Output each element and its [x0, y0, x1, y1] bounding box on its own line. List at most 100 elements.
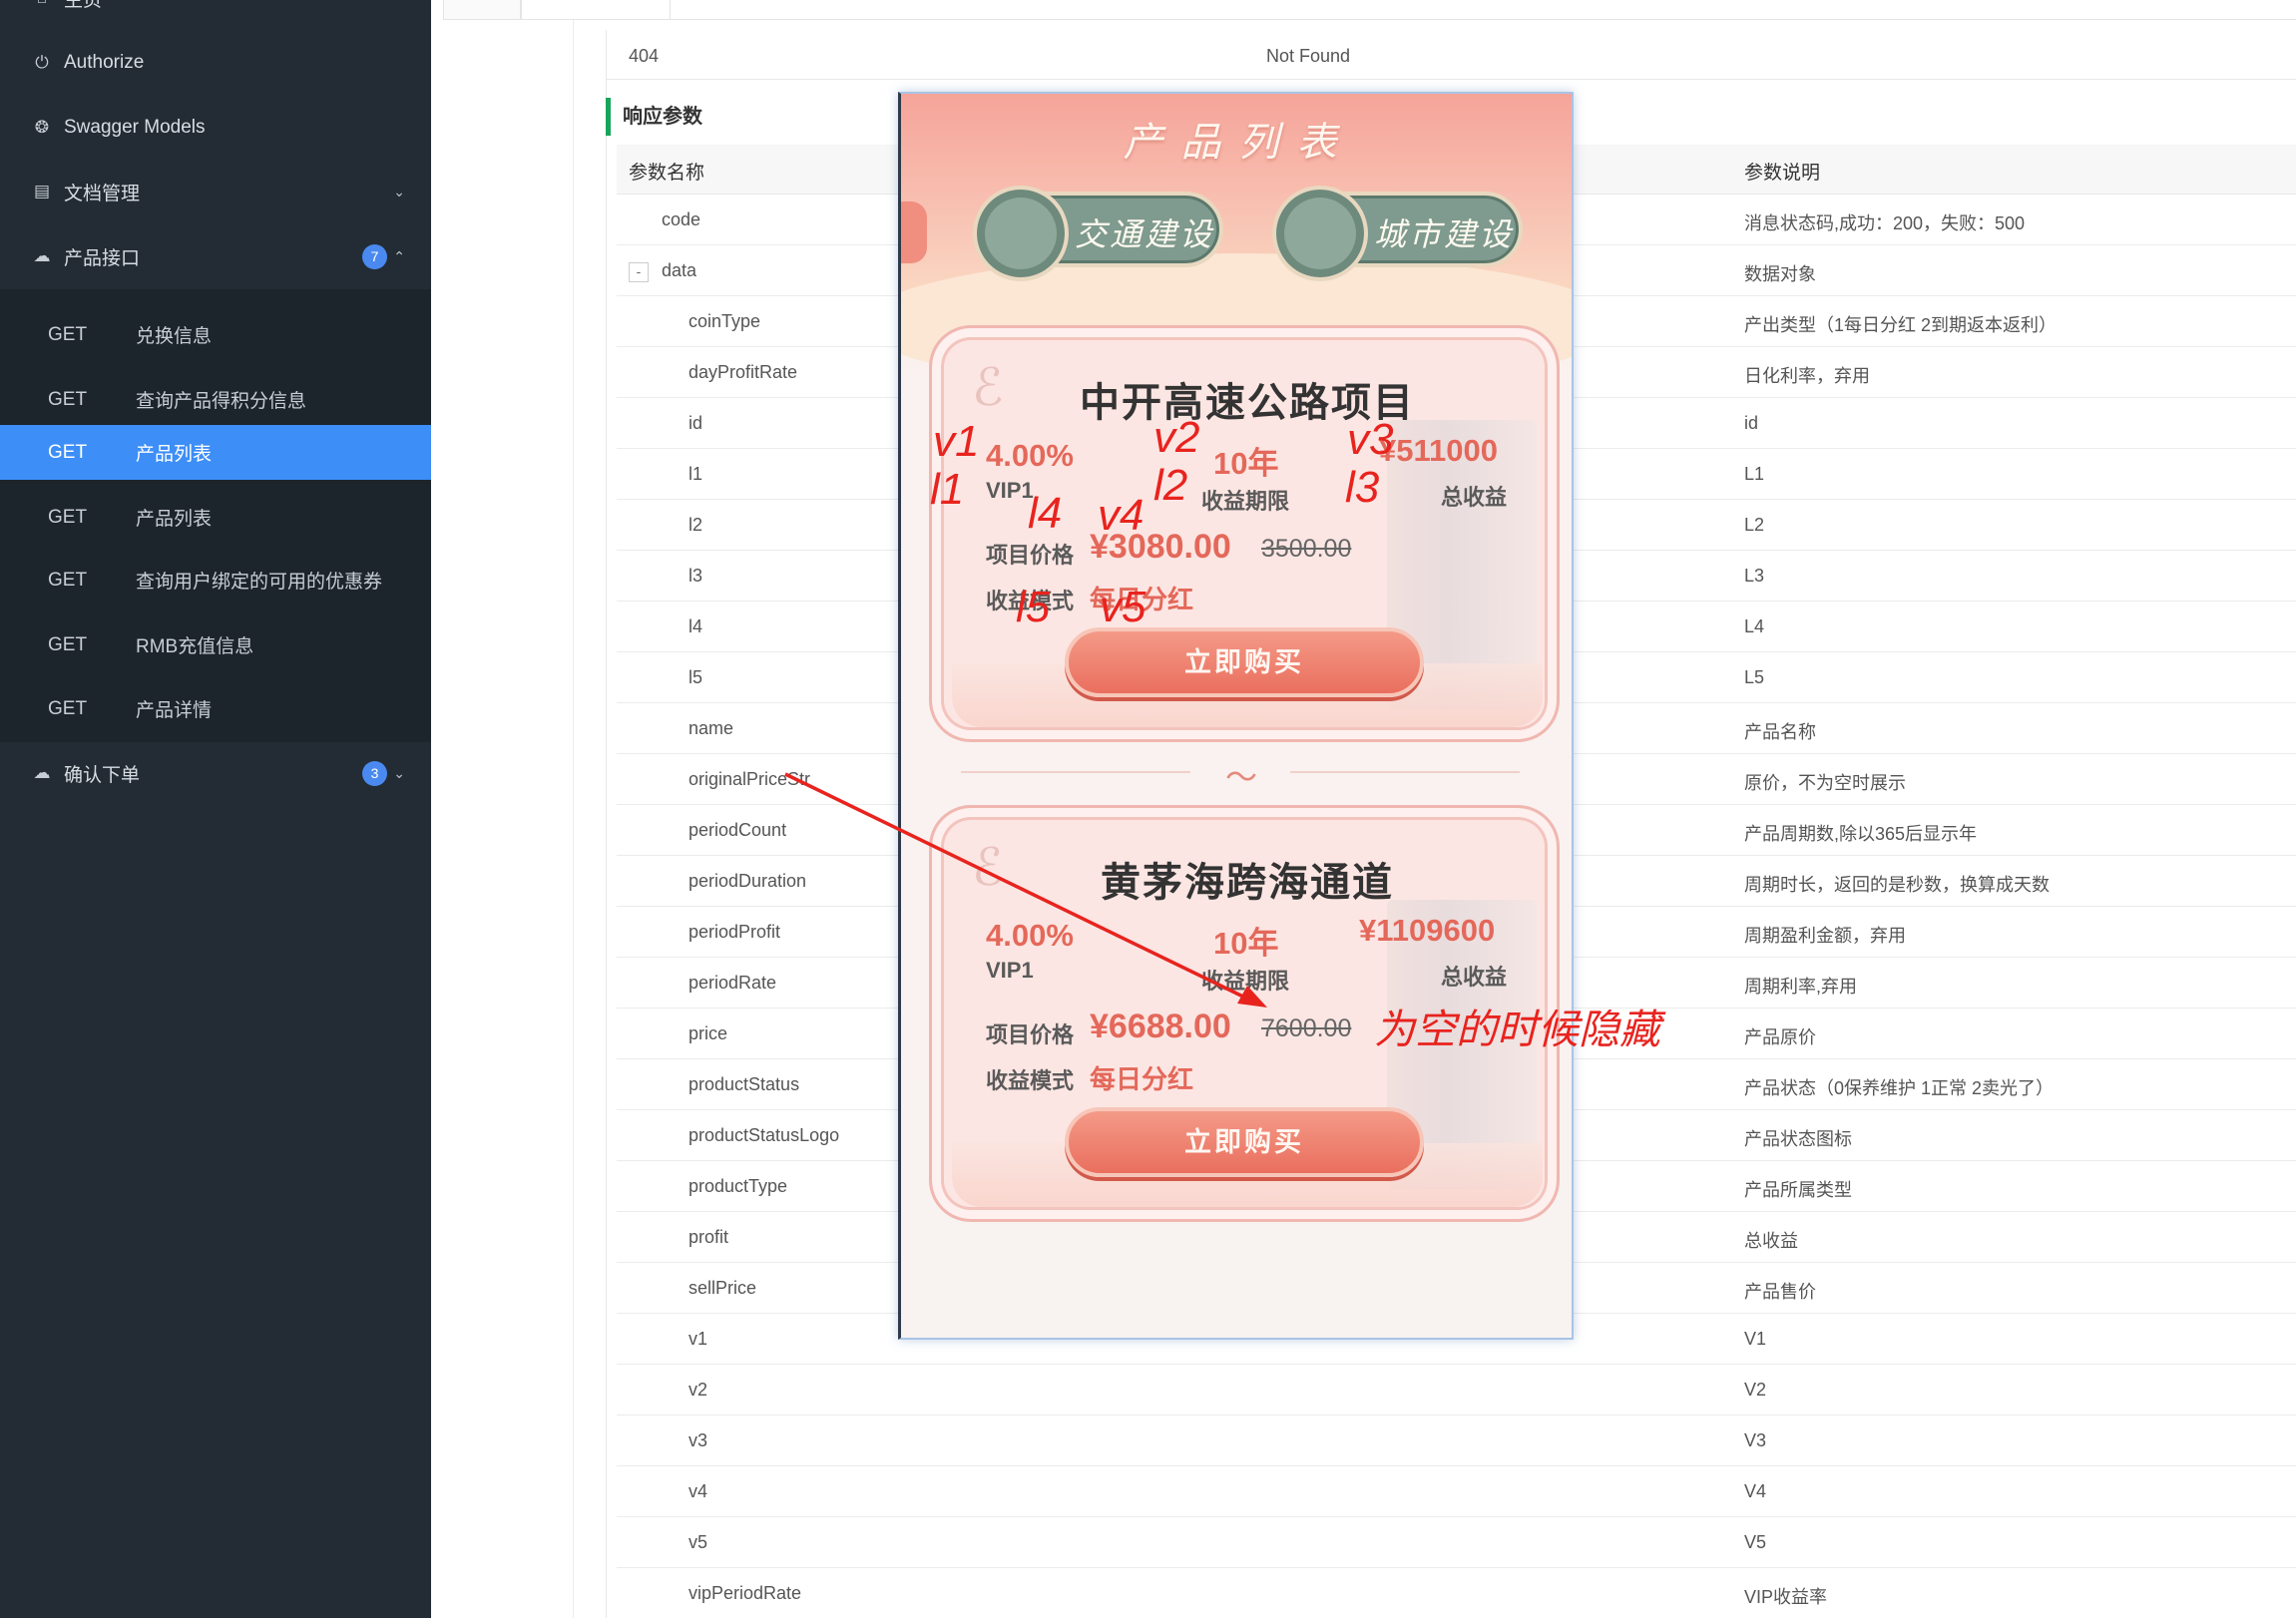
param-name: periodDuration: [689, 871, 807, 891]
param-desc: 周期盈利金额，弃用: [1744, 926, 1906, 946]
submenu-item-label: 查询产品得积分信息: [136, 391, 307, 412]
sidebar-item-home[interactable]: ⌂ 主页: [0, 0, 431, 18]
param-desc: V3: [1744, 1430, 1767, 1450]
param-name: productStatusLogo: [689, 1125, 840, 1145]
param-name: price: [689, 1023, 728, 1043]
http-method: GET: [48, 633, 88, 655]
param-desc: L1: [1744, 464, 1765, 484]
submenu-item-label: 产品列表: [136, 509, 213, 530]
sidebar-item-label: Authorize: [64, 52, 145, 73]
period-label: 收益期限: [1201, 969, 1290, 994]
status-message: Not Found: [1266, 46, 1351, 66]
category-tab-label: 交通建设: [1075, 215, 1215, 253]
period-value: 10年: [1213, 446, 1279, 481]
tab-doc[interactable]: [443, 0, 521, 20]
category-tab-label: 城市建设: [1374, 215, 1515, 253]
submenu-item[interactable]: GET 查询用户绑定的可用的优惠券: [0, 553, 431, 607]
buy-now-button[interactable]: 立即购买: [1065, 1107, 1424, 1177]
period-value: 10年: [1213, 926, 1279, 961]
buy-now-button[interactable]: 立即购买: [1065, 627, 1424, 697]
param-desc: 产出类型（1每日分红 2到期返本返利）: [1744, 315, 2058, 335]
original-price: 7600.00: [1261, 1014, 1352, 1042]
param-name: sellPrice: [689, 1278, 757, 1298]
submenu-item[interactable]: GET 产品列表: [0, 490, 431, 545]
category-tab-transport[interactable]: 交通建设: [973, 186, 1223, 281]
submenu-item-label: 兑换信息: [136, 326, 213, 347]
annotation-label: l3: [1345, 463, 1380, 512]
param-desc: 产品售价: [1744, 1282, 1816, 1302]
annotation-label: v2: [1153, 413, 1200, 462]
param-desc: 周期利率,弃用: [1744, 977, 1858, 997]
chevron-up-icon: ⌃: [393, 247, 405, 264]
http-method: GET: [48, 697, 88, 719]
sidebar-item-swagger-models[interactable]: ❂ Swagger Models: [0, 96, 431, 160]
cloud-icon: ☁: [33, 246, 51, 265]
param-desc: V2: [1744, 1380, 1767, 1400]
param-desc: L3: [1744, 566, 1765, 586]
param-name: coinType: [689, 311, 761, 331]
medal-icon: [973, 186, 1069, 281]
sidebar-item-confirm-order[interactable]: ☁ 确认下单 3 ⌄: [0, 741, 431, 805]
category-tab-partial[interactable]: [901, 202, 927, 263]
param-name: id: [689, 413, 703, 433]
sidebar-item-label: 主页: [64, 0, 103, 11]
category-tab-city[interactable]: 城市建设: [1272, 186, 1523, 281]
param-name: l2: [689, 515, 703, 535]
sidebar-item-product-api[interactable]: ☁ 产品接口 7 ⌃: [0, 224, 431, 288]
param-desc: V5: [1744, 1532, 1767, 1552]
period-label: 收益期限: [1201, 489, 1290, 514]
submenu-item[interactable]: GET RMB充值信息: [0, 617, 431, 672]
annotation-label: l5: [1016, 583, 1051, 631]
param-name: productType: [689, 1176, 788, 1196]
param-name: code: [662, 209, 701, 229]
param-name: l5: [689, 667, 703, 687]
profit-label: 总收益: [1441, 485, 1508, 510]
submenu-item-label: 产品详情: [136, 700, 213, 721]
sidebar-item-authorize[interactable]: ⏻ Authorize: [0, 31, 431, 95]
vip-level: VIP1: [986, 958, 1034, 983]
annotation-label: v3: [1347, 415, 1394, 464]
tab-debug[interactable]: [521, 0, 671, 20]
collapse-toggle[interactable]: -: [629, 262, 649, 282]
submenu-item[interactable]: GET 查询产品得积分信息: [0, 372, 431, 427]
param-desc: L5: [1744, 667, 1765, 687]
section-title: 响应参数: [606, 98, 702, 136]
param-name: v5: [689, 1532, 708, 1552]
submenu-item-label: 产品列表: [136, 444, 213, 465]
param-desc: V1: [1744, 1329, 1767, 1349]
param-desc: L2: [1744, 515, 1765, 535]
original-price: 3500.00: [1261, 535, 1352, 563]
param-desc: 产品状态图标: [1744, 1129, 1852, 1149]
medal-icon: [1272, 186, 1368, 281]
http-method: GET: [48, 323, 88, 345]
param-name: dayProfitRate: [689, 362, 798, 382]
tab-bar-divider: [443, 19, 2296, 20]
separator-line: [961, 771, 1190, 773]
param-name: productStatus: [689, 1074, 800, 1094]
submenu-item-active[interactable]: GET 产品列表: [0, 425, 431, 480]
param-desc: 数据对象: [1744, 264, 1816, 284]
param-desc: VIP收益率: [1744, 1587, 1828, 1607]
mode-label: 收益模式: [986, 1068, 1075, 1093]
product-name: 黄茅海跨海通道: [1101, 861, 1394, 905]
content-divider: [573, 20, 574, 1618]
sidebar-item-label: 文档管理: [64, 183, 141, 204]
param-name: v3: [689, 1430, 708, 1450]
annotation-label: l1: [930, 465, 965, 514]
submenu-item[interactable]: GET 产品详情: [0, 681, 431, 736]
column-header-desc: 参数说明: [1744, 163, 1821, 184]
separator-line: [1290, 771, 1520, 773]
param-desc: 产品周期数,除以365后显示年: [1744, 824, 1978, 844]
sidebar-item-doc-management[interactable]: ▤ 文档管理 ⌄: [0, 160, 431, 223]
separator-tilde: ～: [1225, 759, 1258, 795]
profit-label: 总收益: [1441, 965, 1508, 990]
product-card[interactable]: ℰ 中开高速公路项目 4.00% VIP1 10年 收益期限 ¥511000 总…: [929, 325, 1560, 742]
profit-value: ¥511000: [1379, 433, 1498, 468]
preview-title: 产品列表: [1123, 120, 1355, 166]
submenu-item[interactable]: GET 兑换信息: [0, 307, 431, 362]
price-value: ¥6688.00: [1090, 1008, 1231, 1045]
profit-value: ¥1109600: [1359, 913, 1496, 948]
vip-level: VIP1: [986, 478, 1034, 503]
status-code: 404: [629, 46, 660, 66]
param-name: profit: [689, 1227, 729, 1247]
